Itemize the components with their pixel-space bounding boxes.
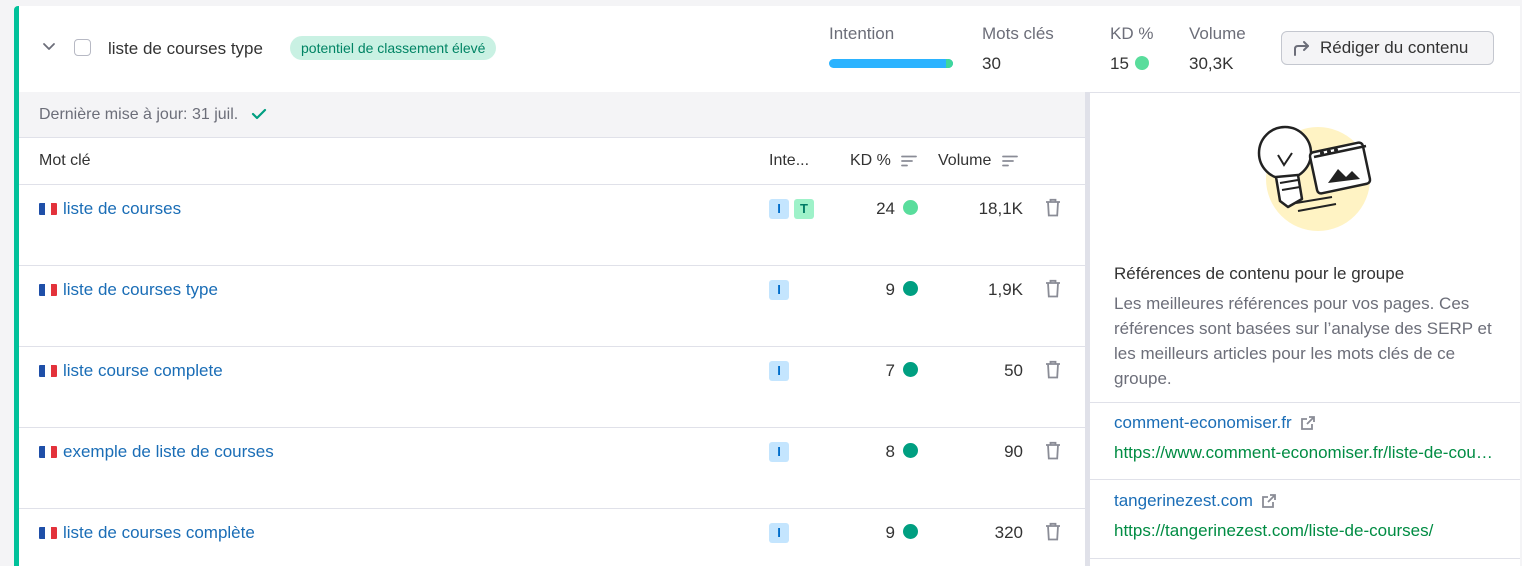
- keyword-link[interactable]: exemple de liste de courses: [39, 442, 274, 462]
- france-flag-icon: [39, 446, 57, 458]
- intent-tags: I: [769, 442, 789, 462]
- trash-icon[interactable]: [1045, 279, 1061, 298]
- table-row: liste de courses type I 9 1,9K: [19, 266, 1085, 347]
- table-body: liste de courses IT 24 18,1K liste de co…: [19, 185, 1085, 566]
- table-row: liste de courses IT 24 18,1K: [19, 185, 1085, 266]
- intention-label: Intention: [829, 24, 895, 43]
- keyword-text: exemple de liste de courses: [63, 442, 274, 461]
- references-description: Les meilleures références pour vos pages…: [1114, 294, 1492, 388]
- intent-tag: I: [769, 442, 789, 462]
- group-checkbox[interactable]: [74, 39, 91, 56]
- france-flag-icon: [39, 527, 57, 539]
- kd-value: 9: [885, 523, 895, 542]
- keyword-text: liste course complete: [63, 361, 223, 380]
- kd-indicator-dot: [1135, 56, 1149, 70]
- sort-icon: [901, 155, 918, 167]
- keyword-text: liste de courses complète: [63, 523, 255, 542]
- kd-value: 7: [885, 361, 895, 380]
- column-volume-label: Volume: [938, 152, 992, 169]
- kd-label: KD %: [1110, 24, 1154, 43]
- intent-tags: I: [769, 361, 789, 381]
- ranking-potential-badge: potentiel de classement élevé: [290, 36, 497, 60]
- keyword-group-card: liste de courses type potentiel de class…: [14, 6, 1520, 566]
- chevron-down-icon[interactable]: [41, 38, 57, 54]
- external-link-icon: [1262, 494, 1276, 508]
- sort-icon: [1001, 155, 1018, 167]
- keyword-link[interactable]: liste de courses complète: [39, 523, 255, 543]
- kd-value: 15: [1110, 54, 1129, 73]
- write-content-button[interactable]: Rédiger du contenu: [1281, 31, 1494, 65]
- column-kd[interactable]: KD %: [850, 152, 918, 170]
- volume-value: 18,1K: [978, 199, 1023, 218]
- intent-tags: I: [769, 280, 789, 300]
- intent-tag: I: [769, 280, 789, 300]
- keyword-text: liste de courses: [63, 199, 182, 218]
- trash-icon[interactable]: [1045, 522, 1061, 541]
- kd-value: 9: [885, 280, 895, 299]
- table-row: liste course complete I 7 50: [19, 347, 1085, 428]
- reference-domain-link[interactable]: tangerinezest.com: [1114, 491, 1277, 511]
- last-updated-bar: Dernière mise à jour: 31 juil.: [19, 92, 1085, 138]
- lightbulb-illustration: [1257, 125, 1372, 231]
- column-intent[interactable]: Inte...: [769, 152, 809, 170]
- kd-indicator-dot: [903, 443, 918, 458]
- column-kd-label: KD %: [850, 152, 891, 169]
- divider: [1090, 402, 1520, 403]
- keyword-text: liste de courses type: [63, 280, 218, 299]
- kd-indicator-dot: [903, 281, 918, 296]
- volume-value: 50: [1004, 361, 1023, 380]
- intent-tag: I: [769, 523, 789, 543]
- trash-icon[interactable]: [1045, 360, 1061, 379]
- reference-domain-text: comment-economiser.fr: [1114, 413, 1292, 432]
- france-flag-icon: [39, 365, 57, 377]
- group-header: liste de courses type potentiel de class…: [19, 6, 1520, 93]
- intent-distribution-bar: [829, 59, 953, 68]
- reference-domain-link[interactable]: comment-economiser.fr: [1114, 413, 1316, 433]
- keyword-link[interactable]: liste course complete: [39, 361, 223, 381]
- table-header: Mot clé Inte... KD % Volume: [19, 138, 1085, 185]
- france-flag-icon: [39, 203, 57, 215]
- check-icon: [251, 108, 266, 120]
- volume-value: 1,9K: [988, 280, 1023, 299]
- divider: [1090, 558, 1520, 559]
- keywords-label: Mots clés: [982, 24, 1054, 43]
- kd-value: 24: [876, 199, 895, 218]
- column-volume[interactable]: Volume: [938, 152, 1018, 170]
- reference-url[interactable]: https://tangerinezest.com/liste-de-cours…: [1114, 521, 1496, 541]
- trash-icon[interactable]: [1045, 198, 1061, 217]
- references-title: Références de contenu pour le groupe: [1114, 264, 1405, 283]
- kd-indicator-dot: [903, 524, 918, 539]
- keywords-table: Dernière mise à jour: 31 juil. Mot clé I…: [19, 92, 1085, 566]
- kd-value: 8: [885, 442, 895, 461]
- intent-tag: I: [769, 361, 789, 381]
- volume-value: 320: [994, 523, 1023, 542]
- group-title: liste de courses type: [108, 39, 263, 58]
- kd-indicator-dot: [903, 200, 918, 215]
- reference-domain-text: tangerinezest.com: [1114, 491, 1253, 510]
- last-updated-text: Dernière mise à jour: 31 juil.: [39, 106, 239, 123]
- reference-url[interactable]: https://www.comment-economiser.fr/liste-…: [1114, 443, 1496, 463]
- write-content-label: Rédiger du contenu: [1320, 38, 1469, 57]
- column-keyword: Mot clé: [39, 152, 91, 169]
- intent-tag: I: [769, 199, 789, 219]
- content-references-panel: Références de contenu pour le groupe Les…: [1090, 92, 1520, 566]
- table-row: liste de courses complète I 9 320: [19, 509, 1085, 566]
- kd-indicator-dot: [903, 362, 918, 377]
- share-arrow-icon: [1294, 41, 1309, 56]
- divider: [1090, 479, 1520, 480]
- intent-tags: IT: [769, 199, 814, 219]
- volume-label: Volume: [1189, 24, 1246, 43]
- table-row: exemple de liste de courses I 8 90: [19, 428, 1085, 509]
- intent-tag: T: [794, 199, 814, 219]
- keywords-value: 30: [982, 54, 1001, 73]
- volume-value: 90: [1004, 442, 1023, 461]
- volume-value: 30,3K: [1189, 54, 1234, 73]
- keyword-link[interactable]: liste de courses type: [39, 280, 218, 300]
- trash-icon[interactable]: [1045, 441, 1061, 460]
- intent-tags: I: [769, 523, 789, 543]
- france-flag-icon: [39, 284, 57, 296]
- external-link-icon: [1300, 416, 1315, 430]
- keyword-link[interactable]: liste de courses: [39, 199, 181, 219]
